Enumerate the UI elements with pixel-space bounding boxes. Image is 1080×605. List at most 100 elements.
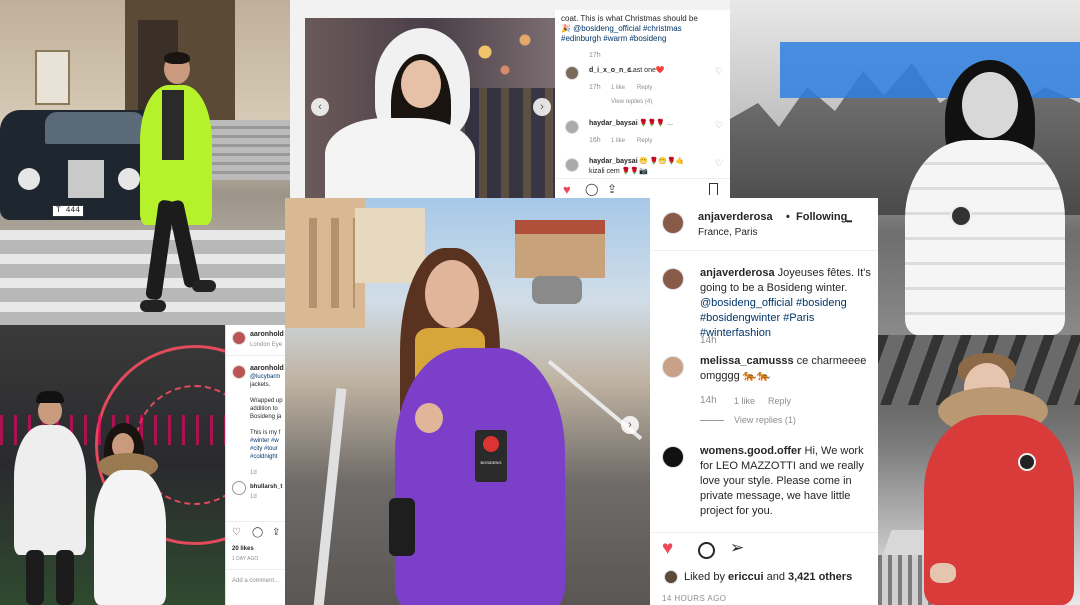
leg: [56, 550, 74, 605]
house-right: [515, 228, 605, 278]
blue-overlay: [780, 42, 1080, 98]
building-mid: [355, 208, 425, 283]
add-comment-input[interactable]: Add a comment...: [232, 575, 279, 587]
caption-time: 17h: [589, 52, 601, 59]
share-icon[interactable]: ⇪: [272, 527, 280, 538]
comment-likes[interactable]: 1 like: [611, 135, 625, 147]
post-username[interactable]: anjaverderosa: [698, 210, 773, 225]
post-location[interactable]: France, Paris: [698, 225, 757, 240]
caption-hashtags[interactable]: #winter #w: [250, 437, 279, 445]
white-coat: [94, 470, 166, 605]
comment-text: Last one❤️: [629, 67, 665, 74]
caption-username[interactable]: anjaverderosa: [700, 267, 775, 279]
jacket-emblem: [1018, 453, 1036, 471]
comment-time: 1d: [250, 494, 257, 500]
divider: [650, 532, 878, 533]
avatar[interactable]: [232, 331, 246, 345]
steps: [200, 120, 290, 180]
person-head: [425, 260, 479, 328]
comment-username[interactable]: haydar_baysai: [589, 118, 638, 130]
heart-filled-icon[interactable]: ♥: [563, 182, 571, 197]
person-head: [401, 60, 441, 108]
hand: [930, 563, 956, 583]
person-hair: [164, 52, 190, 64]
comment-line: womens.good.offer Hi, We work: [700, 444, 864, 459]
comment-reply[interactable]: Reply: [637, 135, 652, 147]
shirt: [162, 90, 184, 160]
carousel-next-button[interactable]: ›: [621, 416, 639, 434]
caption-mentions[interactable]: @bosideng_official #bosideng: [700, 296, 847, 311]
comment-reply-button[interactable]: Reply: [768, 394, 791, 409]
photo-london-eye: [0, 325, 225, 605]
avatar[interactable]: [662, 212, 684, 234]
share-icon[interactable]: ⇪: [607, 182, 617, 196]
separator-dot: •: [786, 211, 790, 223]
caption-line: coat. This is what Christmas should be: [561, 14, 698, 23]
caption-hashtags[interactable]: #edinburgh #warm #bosideng: [561, 34, 666, 44]
avatar[interactable]: [662, 356, 684, 378]
post-location[interactable]: London Eye: [250, 339, 282, 351]
avatar[interactable]: [662, 268, 684, 290]
comment-icon[interactable]: [698, 542, 715, 559]
comment-likes[interactable]: 1 like: [734, 394, 755, 409]
comment-username[interactable]: d_i_x_o_n_c: [589, 65, 631, 77]
caption-text: Joyeuses fêtes. It's: [777, 267, 871, 279]
caption-line[interactable]: 🎉 @bosideng_official #christmas: [561, 24, 682, 34]
heart-icon[interactable]: ♡: [232, 527, 241, 538]
comment-username[interactable]: melissa_camusss: [700, 355, 794, 367]
avatar[interactable]: [664, 570, 678, 584]
share-icon[interactable]: ➢: [730, 538, 744, 558]
caption-hashtags[interactable]: #bosidengwinter #Paris #winterfashion: [700, 311, 878, 341]
more-options-button[interactable]: •••: [846, 214, 852, 229]
jacket-logo: [950, 205, 972, 227]
caption-line: jackets.: [250, 382, 271, 388]
avatar[interactable]: [232, 481, 246, 495]
car-grille: [68, 160, 104, 198]
likes-count[interactable]: 3,421 others: [788, 571, 852, 583]
person-head: [962, 72, 1018, 138]
comment-reply[interactable]: Reply: [637, 82, 652, 94]
following-button[interactable]: Following: [796, 210, 847, 225]
car-headlight: [118, 168, 140, 190]
caption-hashtags[interactable]: #city #tour: [250, 445, 278, 453]
liked-by-user[interactable]: ericcui: [728, 571, 763, 583]
avatar[interactable]: [565, 120, 579, 134]
instagram-post-aaronhold: aaronhold London Eye aaronhold @lucybarm…: [225, 325, 290, 605]
avatar[interactable]: [232, 365, 246, 379]
white-jacket: [325, 118, 475, 200]
heart-filled-icon[interactable]: ♥: [662, 538, 673, 560]
comment-like-icon[interactable]: ♡: [715, 158, 723, 169]
caption-line[interactable]: @lucybarm: [250, 373, 280, 381]
comment-text: omgggg 🐅🐅: [700, 370, 771, 382]
carousel-next-button[interactable]: ›: [533, 98, 551, 116]
badge-emblem: [483, 436, 499, 452]
caption-line: anjaverderosa Joyeuses fêtes. It's: [700, 266, 871, 281]
comment-likes[interactable]: 1 like: [611, 82, 625, 94]
caption-line: This is my f: [250, 430, 281, 436]
avatar[interactable]: [565, 158, 579, 172]
comment-like-icon[interactable]: ♡: [715, 66, 723, 77]
comment-icon[interactable]: ◯: [585, 182, 598, 196]
caption-hashtags[interactable]: #coldnight: [250, 453, 277, 461]
bag: [389, 498, 415, 556]
caption-line: addition to: [250, 406, 278, 412]
view-replies-button[interactable]: View replies (1): [734, 413, 796, 428]
curb: [313, 388, 347, 605]
divider: [226, 355, 290, 356]
carousel-prev-button[interactable]: ‹: [311, 98, 329, 116]
comment-icon[interactable]: ◯: [252, 527, 263, 538]
post-date: 1 DAY AGO: [232, 556, 259, 562]
comment-like-icon[interactable]: ♡: [715, 120, 723, 131]
photo-purple-jacket: BOSIDENG ›: [285, 198, 650, 605]
view-replies[interactable]: View replies (4): [611, 96, 652, 108]
avatar[interactable]: [565, 66, 579, 80]
photo-neon-jacket: T 444: [0, 0, 290, 325]
comment-username[interactable]: womens.good.offer: [700, 445, 801, 457]
comment-text: ce charmeeee: [796, 355, 867, 367]
bookmark-icon[interactable]: [709, 183, 718, 195]
shoe: [192, 280, 216, 292]
comment-text: 🌹🌹🌹 ...: [639, 120, 673, 127]
building-left-windows: [295, 218, 355, 308]
building-poster: [35, 50, 70, 105]
avatar[interactable]: [662, 446, 684, 468]
